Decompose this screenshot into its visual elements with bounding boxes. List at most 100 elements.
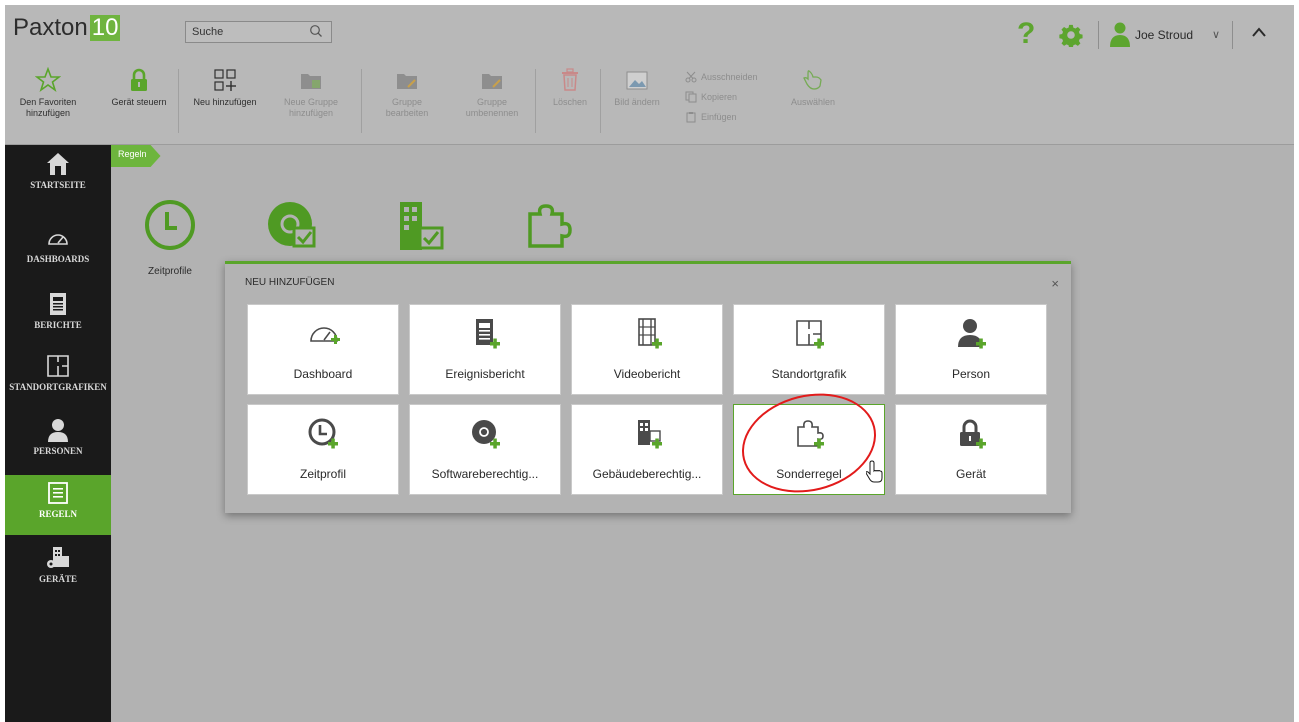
edit-group-button[interactable]: Gruppe bearbeiten [377,63,437,119]
report-icon [50,293,66,315]
sidebar-item-label: STANDORTGRAFIKEN [9,382,107,392]
rename-group-button[interactable]: Gruppe umbenennen [459,63,525,119]
close-icon[interactable]: × [1051,276,1059,291]
building-permission-icon [400,202,444,250]
copy-button[interactable]: Kopieren [685,87,758,107]
folder-rename-icon [482,74,502,89]
device-control-label: Gerät steuern [111,97,167,107]
tile-gebaeudeberechtigung[interactable]: Gebäudeberechtig... [571,404,723,495]
cut-label: Ausschneiden [701,72,758,82]
toolbar-divider [535,69,536,133]
folder-add-icon [301,74,321,89]
brand-version: 10 [89,14,121,41]
gauge-icon [48,234,68,245]
sidebar-item-label: DASHBOARDS [26,254,90,264]
rule-category-custom[interactable] [513,198,583,254]
puzzle-add-icon [797,420,824,449]
change-image-button[interactable]: Bild ändern [608,63,666,108]
tile-videobericht[interactable]: Videobericht [571,304,723,395]
breadcrumb-current[interactable]: Regeln [111,145,161,167]
gear-icon[interactable] [1059,23,1083,47]
favorite-button[interactable]: Den Favoriten hinzufügen [15,63,81,119]
tile-label: Softwareberechtig... [431,467,539,481]
edit-group-label: Gruppe bearbeiten [385,97,429,118]
sidebar-item-geraete[interactable]: GERÄTE [5,545,111,597]
rule-category-building[interactable] [385,198,455,254]
collapse-toolbar-icon[interactable] [1250,25,1268,39]
sidebar-item-label: REGELN [38,509,77,519]
video-report-add-icon [638,318,662,349]
sidebar-item-standortgrafiken[interactable]: STANDORTGRAFIKEN [5,353,111,403]
header-divider [1232,21,1233,49]
tile-zeitprofil[interactable]: Zeitprofil [247,404,399,495]
new-group-button[interactable]: Neue Gruppe hinzufügen [281,63,341,119]
add-new-button[interactable]: Neu hinzufügen [189,63,261,108]
sidebar-item-startseite[interactable]: STARTSEITE [5,151,111,207]
search-input[interactable] [186,22,306,42]
toolbar: Den Favoriten hinzufügen Gerät steuern N… [5,63,905,143]
tile-dashboard[interactable]: Dashboard [247,304,399,395]
rule-category-zeitprofile[interactable]: Zeitprofile [133,198,207,277]
software-permission-icon [268,202,316,248]
tile-softwareberechtigung[interactable]: Softwareberechtig... [409,404,561,495]
tile-label: Sonderregel [776,467,842,481]
sidebar-item-dashboards[interactable]: DASHBOARDS [5,225,111,277]
rules-icon [48,482,68,504]
search-box [185,21,332,43]
hand-pointer-icon [803,70,822,90]
tile-ereignisbericht[interactable]: Ereignisbericht [409,304,561,395]
change-image-label: Bild ändern [614,97,660,107]
rule-category-software[interactable] [257,198,327,254]
rule-category-label: Zeitprofile [148,266,192,277]
tile-label: Standortgrafik [771,367,847,381]
user-name[interactable]: Joe Stroud [1135,28,1193,42]
user-menu-chevron-icon[interactable]: ∨ [1212,28,1220,41]
favorite-button-label: Den Favoriten hinzufügen [19,97,77,118]
tile-standortgrafik[interactable]: Standortgrafik [733,304,885,395]
sidebar-item-label: PERSONEN [33,446,83,456]
sidebar-item-berichte[interactable]: BERICHTE [5,291,111,341]
tile-geraet[interactable]: Gerät [895,404,1047,495]
person-add-icon [958,319,986,349]
tile-label: Dashboard [293,367,353,381]
add-new-dialog: NEU HINZUFÜGEN × Dashboard Ereignisberic… [225,261,1071,513]
select-button[interactable]: Auswählen [787,63,839,108]
puzzle-icon [528,204,572,248]
user-icon[interactable] [1109,21,1131,47]
toolbar-divider [600,69,601,133]
help-icon[interactable]: ? [1017,17,1035,51]
cut-button[interactable]: Ausschneiden [685,67,758,87]
tile-person[interactable]: Person [895,304,1047,395]
paste-button[interactable]: Einfügen [685,107,758,127]
new-group-label: Neue Gruppe hinzufügen [283,97,339,118]
header-divider [1098,21,1099,49]
tile-sonderregel[interactable]: Sonderregel [733,404,885,495]
clock-icon [145,200,195,250]
clipboard-group: Ausschneiden Kopieren Einfügen [685,67,758,127]
floorplan-icon [47,355,69,377]
event-report-add-icon [476,319,500,349]
sidebar-item-label: BERICHTE [34,320,82,330]
image-icon [626,71,648,90]
paste-icon [686,112,696,123]
folder-edit-icon [397,74,417,89]
toolbar-divider [178,69,179,133]
app-window: Paxton10 ? Joe Stroud ∨ Den Favoriten hi… [5,5,1294,722]
delete-button[interactable]: Löschen [545,63,595,108]
select-label: Auswählen [790,97,836,107]
building-permission-add-icon [638,420,662,449]
search-icon[interactable] [309,24,323,38]
sidebar-item-personen[interactable]: PERSONEN [5,417,111,467]
device-add-icon [960,419,986,449]
toolbar-divider [361,69,362,133]
star-icon [35,67,61,93]
sidebar-item-regeln[interactable]: REGELN [5,475,111,535]
padlock-icon [131,68,147,91]
delete-label: Löschen [552,97,588,107]
software-permission-add-icon [472,420,500,449]
home-icon [47,153,69,175]
device-control-button[interactable]: Gerät steuern [103,63,175,108]
tile-label: Videobericht [613,367,681,381]
add-grid-icon [214,69,236,91]
person-icon [48,419,68,442]
